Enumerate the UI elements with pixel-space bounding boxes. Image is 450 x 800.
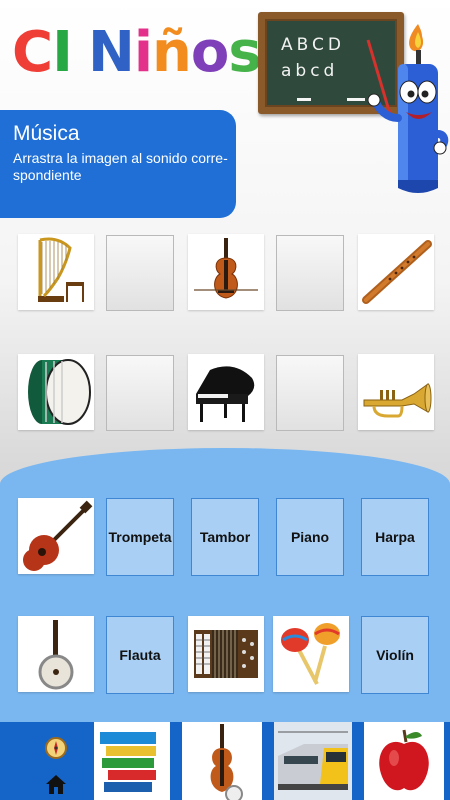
drop-slot[interactable]: [106, 235, 174, 311]
chalkboard-line-1: ABCD: [281, 35, 345, 55]
logo-letter: C: [12, 20, 53, 85]
logo-letter: ñ: [152, 20, 192, 85]
home-icon[interactable]: [44, 772, 68, 796]
banjo-image[interactable]: [18, 616, 94, 692]
category-books[interactable]: [94, 722, 170, 800]
lesson-panel: Música Arrastra la imagen al sonido corr…: [0, 110, 236, 218]
bass-drum-image: [18, 354, 94, 430]
chalkboard-line-2: abcd: [281, 61, 339, 81]
drop-slot[interactable]: [106, 355, 174, 431]
logo-letter: s: [228, 20, 261, 85]
compass-icon[interactable]: [44, 736, 68, 760]
lesson-title: Música: [13, 122, 80, 145]
option-tambor[interactable]: Tambor: [191, 498, 259, 576]
grand-piano-image: [188, 354, 264, 430]
option-piano[interactable]: Piano: [276, 498, 344, 576]
flute-image: [358, 234, 434, 310]
lesson-instructions: Arrastra la imagen al sonido corre-spond…: [13, 150, 228, 183]
accordion-image[interactable]: [188, 616, 264, 692]
logo-letter: N: [87, 20, 135, 85]
drop-slot[interactable]: [276, 235, 344, 311]
option-harpa[interactable]: Harpa: [361, 498, 429, 576]
crayon-mascot: [366, 24, 449, 193]
option-trompeta[interactable]: Trompeta: [106, 498, 174, 576]
option-flauta[interactable]: Flauta: [106, 616, 174, 694]
trumpet-image: [358, 354, 434, 430]
guitar-image[interactable]: [18, 498, 94, 574]
category-music[interactable]: [182, 722, 262, 800]
category-food[interactable]: [364, 722, 444, 800]
category-transport[interactable]: [274, 722, 352, 800]
app-logo: C I N i ñ o s: [12, 18, 262, 88]
maracas-image[interactable]: [273, 616, 349, 692]
chalk-piece: [297, 98, 311, 101]
logo-letter: o: [190, 20, 229, 85]
harp-image: [18, 234, 94, 310]
drop-slot[interactable]: [276, 355, 344, 431]
logo-letter: i: [133, 20, 153, 85]
violin-image: [188, 234, 264, 310]
logo-space: [72, 18, 88, 88]
logo-letter: I: [52, 20, 73, 85]
option-violin[interactable]: Violín: [361, 616, 429, 694]
bottom-nav: [0, 722, 450, 800]
